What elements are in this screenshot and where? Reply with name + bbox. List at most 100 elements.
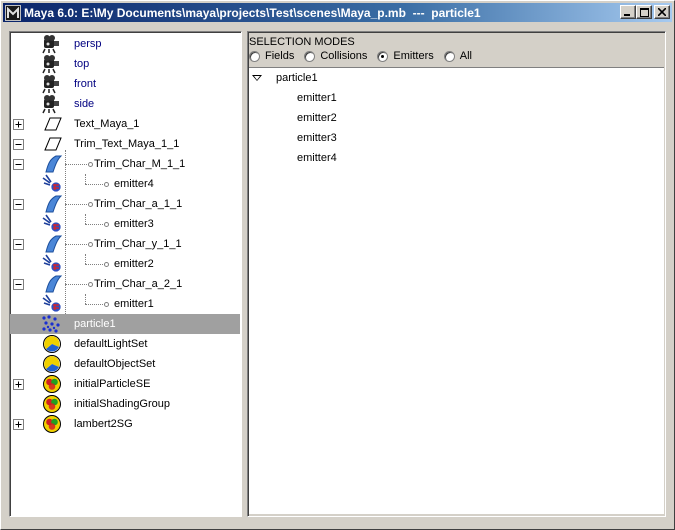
list-item-emitter2[interactable]: emitter2 <box>297 112 337 124</box>
selection-modes-group: Fields Collisions Emitters All <box>249 50 482 62</box>
camera-icon <box>40 34 62 54</box>
outliner-item-particle1[interactable]: particle1 <box>10 314 240 334</box>
collapse-triangle-icon[interactable] <box>252 75 262 81</box>
outliner-item-trim-text-maya[interactable]: Trim_Text_Maya_1_1 <box>10 134 240 154</box>
tree-node-dot <box>104 302 109 307</box>
outliner-item-emitter2[interactable]: emitter2 <box>10 254 240 274</box>
outliner-item-label: emitter4 <box>114 178 154 190</box>
nurbs-curve-icon <box>42 134 64 154</box>
outliner-item-front[interactable]: front <box>10 74 240 94</box>
maya-app-icon[interactable] <box>5 4 21 21</box>
outliner-item-side[interactable]: side <box>10 94 240 114</box>
outliner-item-label: emitter3 <box>114 218 154 230</box>
shading-group-icon <box>42 414 64 434</box>
outliner-item-label: Trim_Char_M_1_1 <box>94 158 186 170</box>
outliner-item-label: Trim_Char_y_1_1 <box>94 238 182 250</box>
outliner-item-initial-shading-group[interactable]: initialShadingGroup <box>10 394 240 414</box>
nurbs-surface-icon <box>42 234 64 254</box>
shading-group-icon <box>42 394 64 414</box>
emitter-icon <box>42 174 64 194</box>
nurbs-surface-icon <box>42 274 64 294</box>
camera-icon <box>40 94 62 114</box>
tree-node-dot <box>88 162 93 167</box>
outliner-item-label: particle1 <box>74 318 116 330</box>
mode-emitters[interactable]: Emitters <box>377 50 434 62</box>
outliner-item-persp[interactable]: persp <box>10 34 240 54</box>
outliner-item-text-maya-1[interactable]: Text_Maya_1 <box>10 114 240 134</box>
tree-node-dot <box>88 202 93 207</box>
outliner-item-label: lambert2SG <box>74 418 133 430</box>
camera-icon <box>40 54 62 74</box>
tree-node-dot <box>104 182 109 187</box>
shading-group-icon <box>42 374 64 394</box>
mode-label: All <box>459 50 472 62</box>
radio-emitters[interactable] <box>377 50 389 62</box>
tree-node-dot <box>104 222 109 227</box>
outliner-item-label: persp <box>74 38 102 50</box>
radio-all[interactable] <box>443 50 455 62</box>
emitter-icon <box>42 294 64 314</box>
nurbs-surface-icon <box>42 194 64 214</box>
radio-fields[interactable] <box>249 50 260 62</box>
outliner-item-top[interactable]: top <box>10 54 240 74</box>
selection-modes-header: SELECTION MODES <box>249 36 355 48</box>
outliner-panel[interactable]: persp top front side Text_Maya_1 Trim_Te… <box>9 31 242 517</box>
window-title: Maya 6.0: E:\My Documents\maya\projects\… <box>24 5 481 20</box>
outliner-item-label: defaultObjectSet <box>74 358 156 370</box>
mode-all[interactable]: All <box>443 50 472 62</box>
outliner-item-label: Trim_Char_a_1_1 <box>94 198 183 210</box>
outliner-item-label: Trim_Text_Maya_1_1 <box>74 138 180 150</box>
outliner-item-trim-char-y[interactable]: Trim_Char_y_1_1 <box>10 234 240 254</box>
outliner-item-label: Text_Maya_1 <box>74 118 140 130</box>
relationship-list[interactable]: particle1 emitter1 emitter2 emitter3 emi… <box>249 67 664 514</box>
title-bar[interactable]: Maya 6.0: E:\My Documents\maya\projects\… <box>3 3 672 22</box>
emitter-icon <box>42 254 64 274</box>
outliner-item-label: initialShadingGroup <box>74 398 171 410</box>
particle-icon <box>40 314 62 334</box>
collapse-minus-icon[interactable] <box>13 239 24 250</box>
outliner-item-trim-char-m[interactable]: Trim_Char_M_1_1 <box>10 154 240 174</box>
tree-node-dot <box>104 262 109 267</box>
light-set-icon <box>42 334 64 354</box>
outliner-item-label: top <box>74 58 90 70</box>
minimize-button[interactable] <box>620 5 636 19</box>
outliner-item-label: emitter1 <box>114 298 154 310</box>
maximize-icon <box>639 7 649 17</box>
radio-collisions[interactable] <box>304 50 316 62</box>
camera-icon <box>40 74 62 94</box>
collapse-minus-icon[interactable] <box>13 159 24 170</box>
close-button[interactable] <box>654 5 670 19</box>
emitter-icon <box>42 214 64 234</box>
expand-plus-icon[interactable] <box>13 119 24 130</box>
mode-fields[interactable]: Fields <box>249 50 294 62</box>
outliner-item-emitter1[interactable]: emitter1 <box>10 294 240 314</box>
list-item-emitter4[interactable]: emitter4 <box>297 152 337 164</box>
list-item-particle1[interactable]: particle1 <box>249 68 449 88</box>
collapse-minus-icon[interactable] <box>13 279 24 290</box>
list-item-emitter3[interactable]: emitter3 <box>297 132 337 144</box>
outliner-item-label: Trim_Char_a_2_1 <box>94 278 183 290</box>
expand-plus-icon[interactable] <box>13 379 24 390</box>
maya-relationship-editor-window: Maya 6.0: E:\My Documents\maya\projects\… <box>0 0 675 530</box>
maximize-button[interactable] <box>636 5 652 19</box>
outliner-item-trim-char-a2[interactable]: Trim_Char_a_2_1 <box>10 274 240 294</box>
outliner-item-lambert2sg[interactable]: lambert2SG <box>10 414 240 434</box>
tree-node-dot <box>88 242 93 247</box>
outliner-item-trim-char-a1[interactable]: Trim_Char_a_1_1 <box>10 194 240 214</box>
relationship-panel: SELECTION MODES Fields Collisions Emitte… <box>247 31 666 517</box>
outliner-item-default-object-set[interactable]: defaultObjectSet <box>10 354 240 374</box>
outliner-item-default-light-set[interactable]: defaultLightSet <box>10 334 240 354</box>
outliner-item-label: side <box>74 98 95 110</box>
list-item-label: particle1 <box>276 72 318 84</box>
list-item-emitter1[interactable]: emitter1 <box>297 92 337 104</box>
outliner-item-label: initialParticleSE <box>74 378 151 390</box>
collapse-minus-icon[interactable] <box>13 199 24 210</box>
expand-plus-icon[interactable] <box>13 419 24 430</box>
outliner-item-label: defaultLightSet <box>74 338 148 350</box>
mode-collisions[interactable]: Collisions <box>304 50 367 62</box>
collapse-minus-icon[interactable] <box>13 139 24 150</box>
outliner-item-initial-particle-se[interactable]: initialParticleSE <box>10 374 240 394</box>
outliner-item-emitter3[interactable]: emitter3 <box>10 214 240 234</box>
outliner-item-emitter4[interactable]: emitter4 <box>10 174 240 194</box>
object-set-icon <box>42 354 64 374</box>
